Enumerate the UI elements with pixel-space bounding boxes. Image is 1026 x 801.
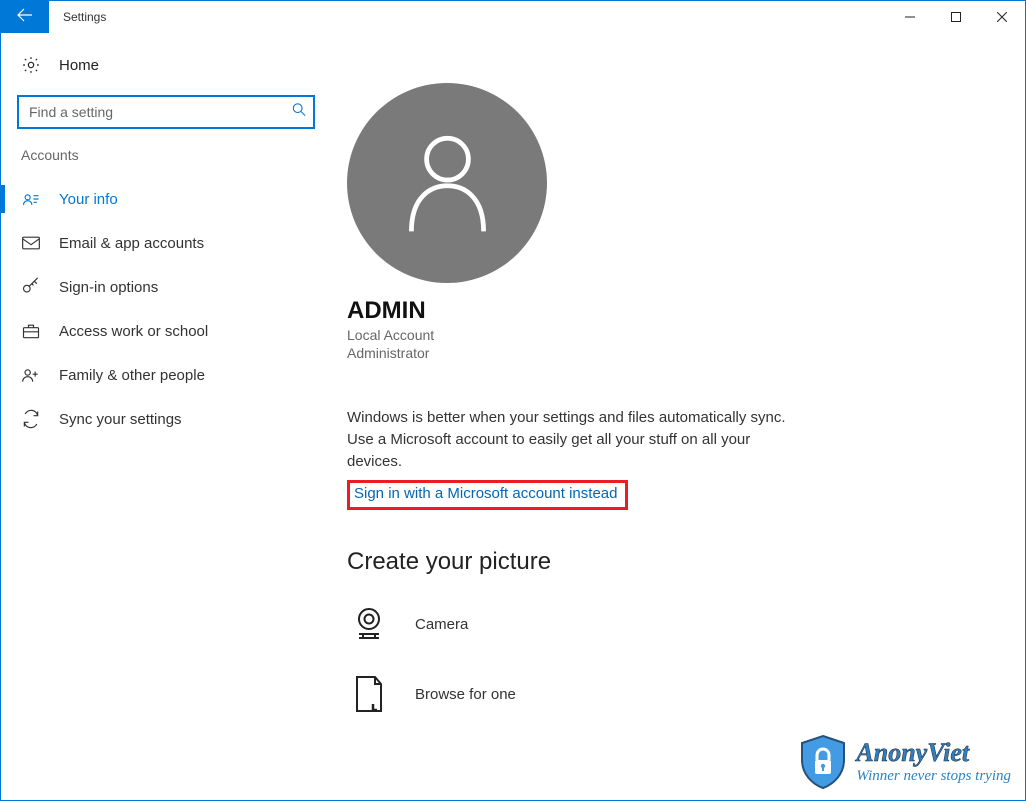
nav-label: Email & app accounts [59,235,204,252]
sync-icon [21,409,41,429]
watermark: AnonyViet Winner never stops trying [798,734,1011,790]
sync-description: Windows is better when your settings and… [347,407,807,472]
nav-label: Access work or school [59,323,208,340]
account-name: ADMIN [347,297,1025,325]
nav-label: Your info [59,191,118,208]
avatar [347,83,547,283]
sidebar-item-sync-settings[interactable]: Sync your settings [1,397,331,441]
nav-label: Family & other people [59,367,205,384]
nav-label: Sync your settings [59,411,182,428]
close-button[interactable] [979,1,1025,33]
maximize-button[interactable] [933,1,979,33]
watermark-name: AnonyViet [856,740,1011,766]
browse-label: Browse for one [415,686,516,703]
sidebar-item-family-people[interactable]: Family & other people [1,353,331,397]
window-controls [887,1,1025,33]
highlight-box: Sign in with a Microsoft account instead [347,480,628,510]
key-icon [21,277,41,297]
briefcase-icon [21,321,41,341]
window-title: Settings [49,10,887,24]
create-picture-heading: Create your picture [347,548,1025,576]
sign-in-microsoft-link[interactable]: Sign in with a Microsoft account instead [354,485,617,502]
back-button[interactable] [1,1,49,33]
search-icon [292,103,306,122]
watermark-text: AnonyViet Winner never stops trying [856,740,1011,785]
sidebar-item-access-work-school[interactable]: Access work or school [1,309,331,353]
titlebar: Settings [1,1,1025,33]
nav-label: Sign-in options [59,279,158,296]
home-label: Home [59,57,99,74]
minimize-button[interactable] [887,1,933,33]
search-input[interactable] [17,95,315,129]
camera-label: Camera [415,616,468,633]
user-icon [400,126,495,241]
watermark-tagline: Winner never stops trying [856,768,1011,785]
account-role: Administrator [347,345,1025,361]
camera-icon [347,602,391,646]
search-box [17,95,315,129]
content: Home Accounts Yo [1,33,1025,800]
main-panel: ADMIN Local Account Administrator Window… [331,33,1025,800]
mail-icon [21,233,41,253]
picture-option-camera[interactable]: Camera [347,602,1025,646]
shield-lock-icon [798,734,848,790]
sidebar: Home Accounts Yo [1,33,331,800]
gear-icon [21,55,41,75]
sidebar-item-email-accounts[interactable]: Email & app accounts [1,221,331,265]
person-card-icon [21,189,41,209]
picture-option-browse[interactable]: Browse for one [347,672,1025,716]
sidebar-item-your-info[interactable]: Your info [1,177,331,221]
arrow-left-icon [17,7,33,28]
sidebar-section-label: Accounts [1,147,331,177]
sidebar-item-signin-options[interactable]: Sign-in options [1,265,331,309]
file-icon [347,672,391,716]
people-icon [21,365,41,385]
account-type: Local Account [347,327,1025,343]
nav-list: Your info Email & app accounts Sign-in o… [1,177,331,441]
sidebar-home[interactable]: Home [1,55,331,95]
